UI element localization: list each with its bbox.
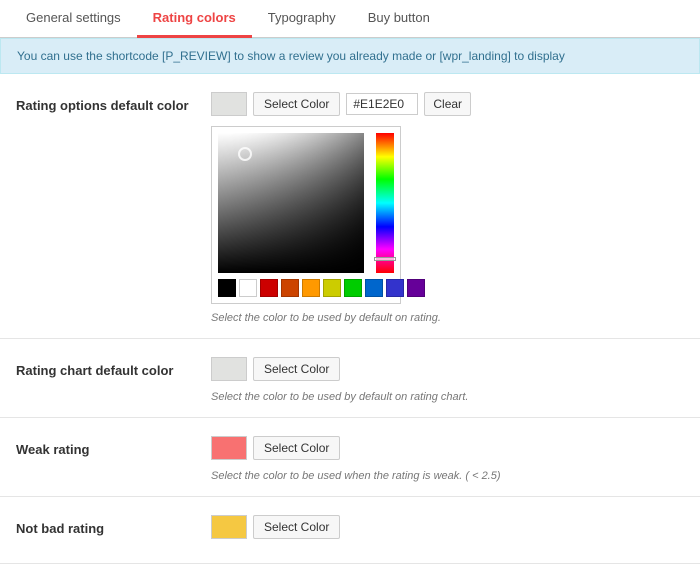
swatch-blue[interactable] — [365, 279, 383, 297]
swatch-yellow[interactable] — [323, 279, 341, 297]
swatch-purple[interactable] — [407, 279, 425, 297]
setting-row-rating-options-default-color: Rating options default color Select Colo… — [0, 74, 700, 339]
select-color-btn-3[interactable]: Select Color — [253, 515, 340, 539]
color-picker-widget — [211, 126, 401, 304]
picker-circle — [238, 147, 252, 161]
label-rating-chart-default-color: Rating chart default color — [16, 357, 211, 378]
control-weak-rating: Select Color Select the color to be used… — [211, 436, 684, 482]
picker-hue-bar[interactable] — [376, 133, 394, 273]
swatch-orange-red[interactable] — [281, 279, 299, 297]
hint-text-2: Select the color to be used when the rat… — [211, 470, 684, 482]
picker-swatches — [218, 279, 394, 297]
control-rating-chart-default-color: Select Color Select the color to be used… — [211, 357, 684, 403]
swatch-white[interactable] — [239, 279, 257, 297]
content-area: Rating options default color Select Colo… — [0, 74, 700, 564]
tabs-bar: General settings Rating colors Typograph… — [0, 0, 700, 38]
color-select-row-3: Select Color — [211, 515, 684, 539]
color-select-row-0: Select Color Clear — [211, 92, 684, 116]
label-weak-rating: Weak rating — [16, 436, 211, 457]
swatch-green[interactable] — [344, 279, 362, 297]
select-color-btn-2[interactable]: Select Color — [253, 436, 340, 460]
setting-row-rating-chart-default-color: Rating chart default color Select Color … — [0, 339, 700, 418]
color-swatch-3[interactable] — [211, 515, 247, 539]
color-select-row-2: Select Color — [211, 436, 684, 460]
label-not-bad-rating: Not bad rating — [16, 515, 211, 536]
clear-btn-0[interactable]: Clear — [424, 92, 471, 116]
color-swatch-1[interactable] — [211, 357, 247, 381]
label-rating-options-default-color: Rating options default color — [16, 92, 211, 113]
color-swatch-0[interactable] — [211, 92, 247, 116]
select-color-btn-1[interactable]: Select Color — [253, 357, 340, 381]
page-wrapper: General settings Rating colors Typograph… — [0, 0, 700, 564]
control-rating-options-default-color: Select Color Clear — [211, 92, 684, 324]
tab-typography[interactable]: Typography — [252, 0, 352, 38]
swatch-red[interactable] — [260, 279, 278, 297]
swatch-orange[interactable] — [302, 279, 320, 297]
color-hex-input-0[interactable] — [346, 93, 418, 115]
picker-gradient[interactable] — [218, 133, 364, 273]
swatch-dark-blue[interactable] — [386, 279, 404, 297]
info-banner: You can use the shortcode [P_REVIEW] to … — [0, 38, 700, 74]
setting-row-weak-rating: Weak rating Select Color Select the colo… — [0, 418, 700, 497]
hue-slider — [374, 257, 396, 261]
select-color-btn-0[interactable]: Select Color — [253, 92, 340, 116]
tab-general-settings[interactable]: General settings — [10, 0, 137, 38]
color-swatch-2[interactable] — [211, 436, 247, 460]
color-select-row-1: Select Color — [211, 357, 684, 381]
tab-buy-button[interactable]: Buy button — [352, 0, 446, 38]
control-not-bad-rating: Select Color — [211, 515, 684, 549]
tab-rating-colors[interactable]: Rating colors — [137, 0, 252, 38]
swatch-black[interactable] — [218, 279, 236, 297]
hint-text-0: Select the color to be used by default o… — [211, 312, 684, 324]
hint-text-1: Select the color to be used by default o… — [211, 391, 684, 403]
setting-row-not-bad-rating: Not bad rating Select Color — [0, 497, 700, 564]
info-banner-text: You can use the shortcode [P_REVIEW] to … — [17, 49, 565, 63]
